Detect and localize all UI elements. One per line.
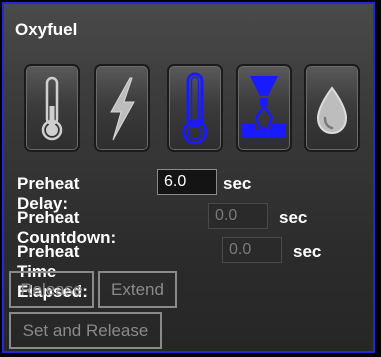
torch-nozzle-button[interactable] [236,64,292,152]
preheat-delay-unit: sec [223,174,252,193]
preheat-delay-input[interactable]: 6.0 [157,169,217,195]
preheat-countdown-field: 0.0 [208,203,268,229]
release-button[interactable]: Release [9,271,94,308]
preheat-temperature-button[interactable] [167,64,223,152]
lightning-icon [110,77,135,141]
set-and-release-button[interactable]: Set and Release [9,312,162,349]
thermometer-icon [41,76,63,141]
preheat-countdown-unit: sec [279,208,308,227]
panel-title: Oxyfuel [15,20,78,39]
droplet-icon [316,86,348,135]
lightning-button[interactable] [94,64,150,152]
preheat-time-elapsed-field: 0.0 [222,237,282,263]
extend-button[interactable]: Extend [98,271,177,308]
preheat-time-elapsed-unit: sec [293,242,322,261]
thermometer-icon [182,72,208,145]
droplet-button[interactable] [304,64,360,152]
torch-nozzle-icon [242,76,286,138]
thermometer-button[interactable] [24,64,80,152]
oxyfuel-panel: Oxyfuel Preheat Delay: 6.0 sec Preheat C… [2,2,375,353]
